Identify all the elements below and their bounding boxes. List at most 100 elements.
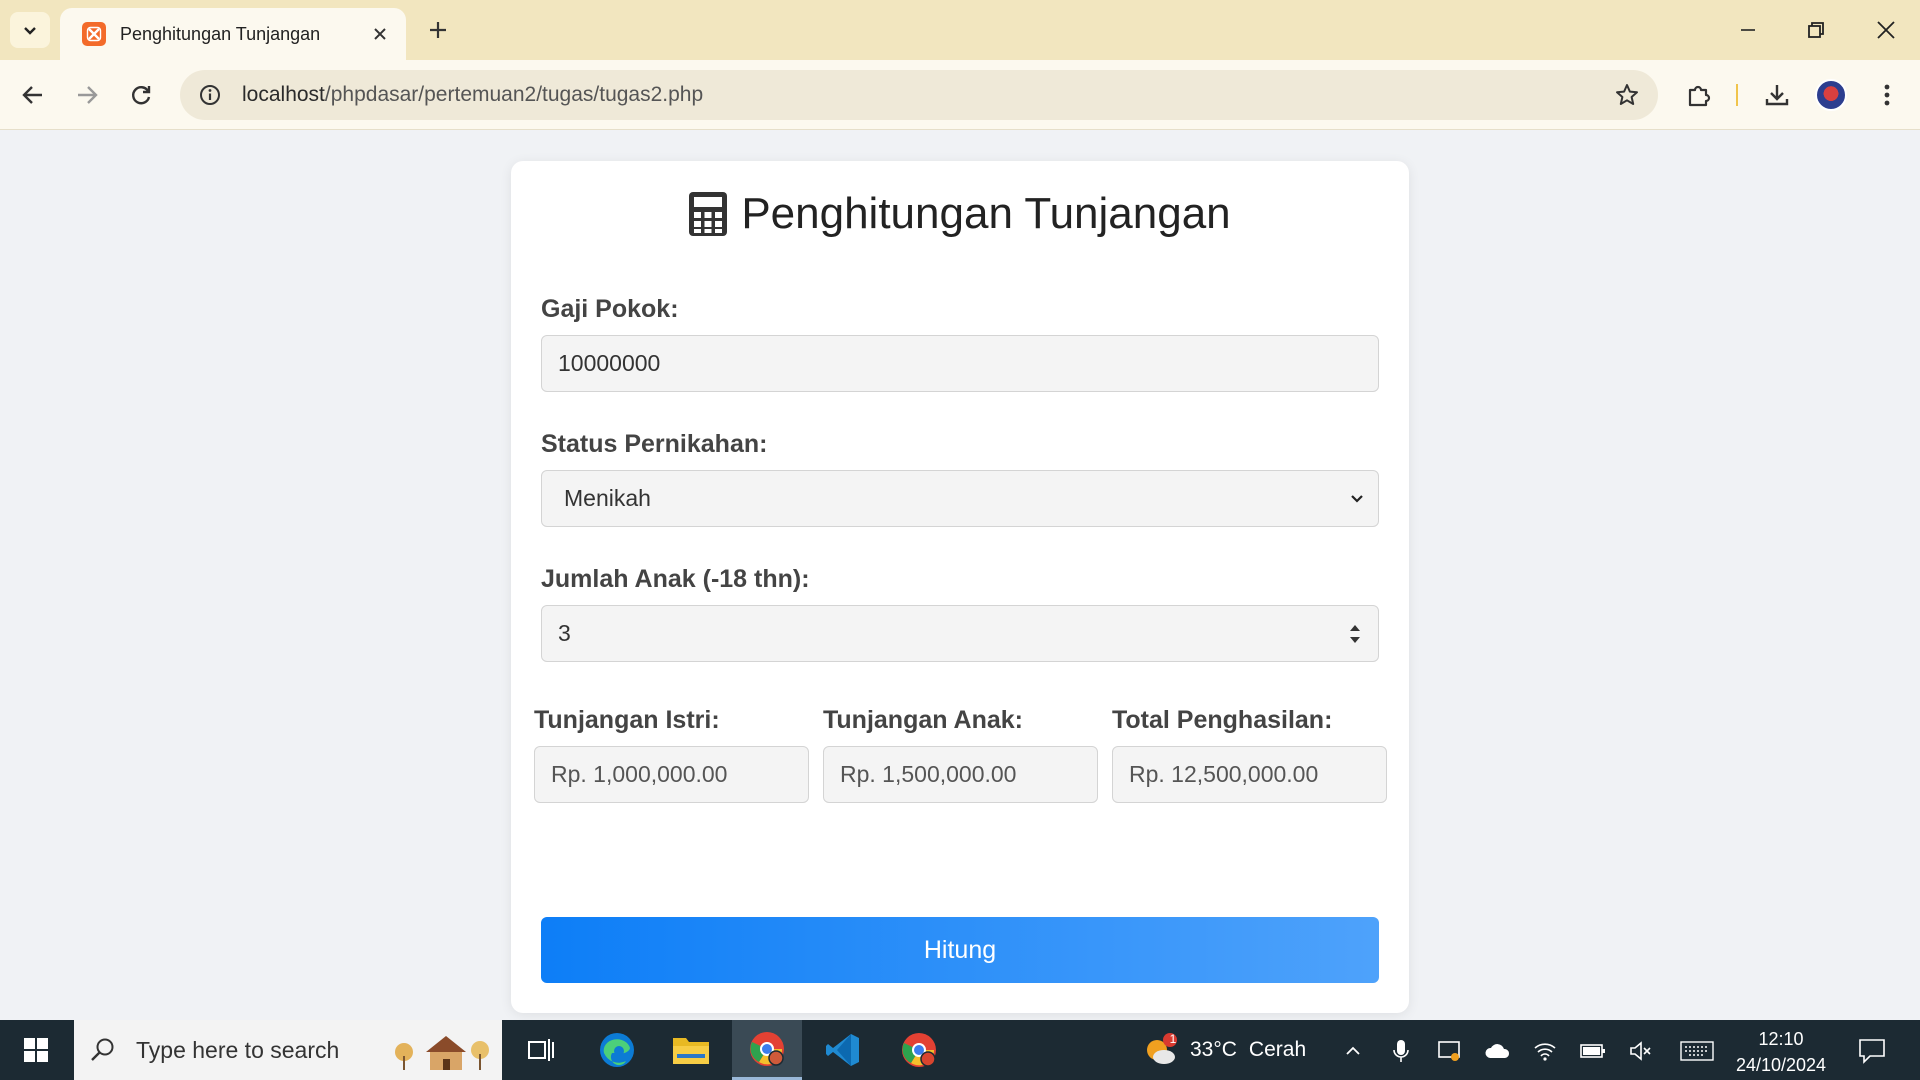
menu-button[interactable]	[1868, 76, 1906, 114]
tunjangan-istri-value: Rp. 1,000,000.00	[551, 761, 728, 787]
wifi-tray[interactable]	[1532, 1038, 1558, 1064]
site-info-icon[interactable]	[198, 83, 222, 107]
gaji-pokok-label: Gaji Pokok:	[541, 295, 679, 323]
total-penghasilan-output: Rp. 12,500,000.00	[1112, 746, 1387, 803]
new-tab-button[interactable]	[422, 14, 454, 46]
tunjangan-istri-label: Tunjangan Istri:	[534, 706, 720, 734]
task-view-icon	[528, 1039, 554, 1061]
tunjangan-istri-output: Rp. 1,000,000.00	[534, 746, 809, 803]
status-pernikahan-select[interactable]: Menikah	[541, 470, 1379, 527]
chrome-icon	[750, 1031, 784, 1066]
bookmark-star-button[interactable]	[1614, 82, 1640, 108]
weather-widget[interactable]: 1 33°C Cerah	[1142, 1020, 1306, 1080]
minimize-button[interactable]	[1724, 10, 1772, 50]
battery-icon	[1580, 1044, 1605, 1058]
taskbar-file-explorer[interactable]	[656, 1020, 726, 1080]
shield-monitor-icon	[1438, 1041, 1460, 1061]
cloud-icon	[1485, 1044, 1510, 1058]
taskbar-clock[interactable]: 12:10 24/10/2024	[1726, 1026, 1836, 1078]
minimize-icon	[1741, 29, 1755, 31]
weather-badge: 1	[1169, 1032, 1177, 1046]
status-pernikahan-value: Menikah	[564, 485, 651, 511]
folder-icon	[673, 1038, 709, 1064]
microphone-tray[interactable]	[1388, 1038, 1414, 1064]
edge-browser-icon	[600, 1033, 634, 1067]
browser-tab[interactable]: Penghitungan Tunjangan	[60, 8, 406, 60]
tray-overflow-button[interactable]	[1340, 1038, 1366, 1064]
downloads-button[interactable]	[1758, 76, 1796, 114]
taskbar-chrome[interactable]	[732, 1020, 802, 1080]
total-penghasilan-value: Rp. 12,500,000.00	[1129, 761, 1319, 787]
profile-button[interactable]	[1812, 76, 1850, 114]
close-window-button[interactable]	[1862, 10, 1910, 50]
xampp-favicon-icon	[82, 22, 106, 46]
taskbar-search-box[interactable]: Type here to search	[74, 1020, 502, 1080]
vscode-icon	[826, 1034, 859, 1066]
more-vert-icon	[1884, 84, 1890, 106]
keyboard-tray[interactable]	[1680, 1038, 1714, 1064]
battery-tray[interactable]	[1580, 1038, 1606, 1064]
address-bar[interactable]: localhost/phpdasar/pertemuan2/tugas/tuga…	[180, 70, 1658, 120]
arrow-right-icon	[78, 86, 98, 104]
status-pernikahan-label: Status Pernikahan:	[541, 430, 768, 458]
clock-date: 24/10/2024	[1735, 1055, 1827, 1075]
number-spinner-icon[interactable]	[1348, 622, 1362, 646]
security-tray[interactable]	[1436, 1038, 1462, 1064]
jumlah-anak-value: 3	[558, 620, 571, 646]
tab-close-button[interactable]	[366, 20, 394, 48]
chevron-down-icon	[1351, 495, 1363, 503]
notifications-button[interactable]	[1856, 1038, 1888, 1064]
hitung-button[interactable]: Hitung	[541, 917, 1379, 983]
taskbar-chrome-profile-2[interactable]	[884, 1020, 954, 1080]
download-icon	[1765, 85, 1789, 106]
notification-icon	[1859, 1039, 1885, 1064]
extensions-button[interactable]	[1680, 76, 1718, 114]
forward-button[interactable]	[68, 76, 106, 114]
weather-condition: Cerah	[1248, 1038, 1307, 1061]
total-penghasilan-label: Total Penghasilan:	[1112, 706, 1333, 734]
taskbar-edge[interactable]	[582, 1020, 652, 1080]
tab-title: Penghitungan Tunjangan	[120, 23, 321, 44]
close-icon	[374, 28, 386, 40]
toolbar-separator	[1736, 84, 1738, 106]
page-title: Penghitungan Tunjangan	[511, 189, 1409, 239]
browser-titlebar: Penghitungan Tunjangan	[0, 0, 1920, 60]
chevron-up-icon	[1346, 1046, 1360, 1055]
calculator-icon	[689, 192, 728, 236]
form-card: Penghitungan Tunjangan Gaji Pokok: 10000…	[511, 161, 1409, 1013]
jumlah-anak-input[interactable]: 3	[541, 605, 1379, 662]
back-button[interactable]	[14, 76, 52, 114]
restore-icon	[1808, 22, 1824, 38]
search-icon	[91, 1038, 114, 1061]
url-path: /phpdasar/pertemuan2/tugas/tugas2.php	[324, 83, 704, 106]
volume-muted-icon	[1630, 1041, 1651, 1061]
url-text: localhost/phpdasar/pertemuan2/tugas/tuga…	[242, 83, 703, 107]
gaji-pokok-value: 10000000	[558, 350, 661, 376]
restore-button[interactable]	[1792, 10, 1840, 50]
url-host: localhost	[242, 83, 325, 106]
puzzle-icon	[1688, 85, 1711, 107]
task-view-button[interactable]	[506, 1020, 576, 1080]
search-highlight-illustration-icon	[395, 1036, 489, 1070]
taskbar-vscode[interactable]	[808, 1020, 878, 1080]
gaji-pokok-input[interactable]: 10000000	[541, 335, 1379, 392]
windows-logo-icon	[24, 1038, 48, 1062]
avatar	[1815, 79, 1847, 111]
wifi-icon	[1534, 1043, 1556, 1061]
star-icon	[1616, 84, 1638, 105]
browser-toolbar: localhost/phpdasar/pertemuan2/tugas/tuga…	[0, 60, 1920, 130]
start-button[interactable]	[0, 1020, 72, 1080]
microphone-icon	[1393, 1040, 1409, 1062]
windows-taskbar: Type here to search 1 33°C Cerah 12:10 2…	[0, 1020, 1920, 1080]
reload-button[interactable]	[122, 76, 160, 114]
plus-icon	[430, 22, 446, 38]
tab-search-button[interactable]	[10, 12, 50, 48]
volume-tray[interactable]	[1628, 1038, 1654, 1064]
taskbar-search-placeholder: Type here to search	[136, 1036, 340, 1063]
onedrive-tray[interactable]	[1484, 1038, 1510, 1064]
page-title-text: Penghitungan Tunjangan	[741, 189, 1231, 238]
tunjangan-anak-label: Tunjangan Anak:	[823, 706, 1023, 734]
tunjangan-anak-output: Rp. 1,500,000.00	[823, 746, 1098, 803]
clock-time: 12:10	[1758, 1029, 1804, 1049]
close-icon	[1877, 21, 1895, 39]
